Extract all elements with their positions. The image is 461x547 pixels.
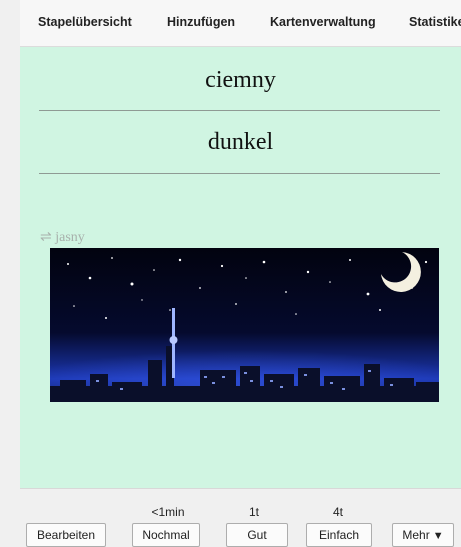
easy-button[interactable]: Einfach [306,523,372,547]
edit-button[interactable]: Bearbeiten [26,523,106,547]
triangle-down-icon: ▼ [432,530,444,542]
menu-stats[interactable]: Statistiken [409,15,461,29]
menu-browse[interactable]: Kartenverwaltung [270,15,376,29]
card-front-text: ciemny [205,67,276,93]
card-back-text: dunkel [207,129,274,155]
good-button[interactable]: Gut [226,523,288,547]
hint-text: jasny [55,230,85,245]
night-city-image [50,248,439,402]
interval-again: <1min [151,505,185,519]
swap-arrows-icon: ⇌ [40,230,52,245]
window-edge [0,0,20,546]
more-button[interactable]: Mehr ▼ [392,523,454,547]
more-label: Mehr [402,528,430,542]
card-area: ciemny dunkel ⇌ jasny [20,47,461,488]
again-button[interactable]: Nochmal [132,523,200,547]
interval-good: 1t [248,505,259,519]
menu-decks[interactable]: Stapelübersicht [38,15,132,29]
divider [39,173,440,174]
divider [39,110,440,111]
interval-easy: 4t [332,505,343,519]
top-menu-bar: Stapelübersicht Hinzufügen Kartenverwalt… [20,0,461,47]
reverse-hint: ⇌ jasny [40,229,85,246]
answer-bar: <1min 1t 4t Bearbeiten Nochmal Gut Einfa… [20,488,461,547]
menu-add[interactable]: Hinzufügen [167,15,235,29]
